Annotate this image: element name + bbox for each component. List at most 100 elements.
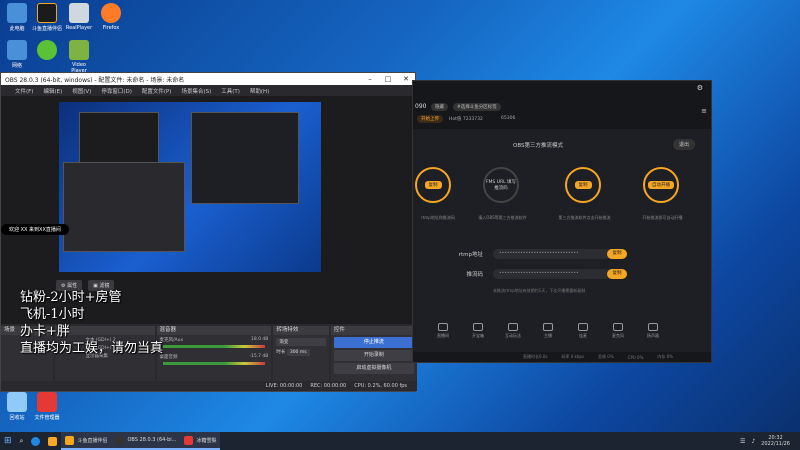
preview-canvas[interactable] xyxy=(59,102,321,272)
taskbar: ⊞ ⌕ 斗鱼直播伴侣 OBS 28.0.3 (64-bi... 冰糖雪梨 ☰ ♪… xyxy=(0,432,800,450)
desktop-icon-network[interactable]: 网络 xyxy=(2,40,32,69)
menu-scene-collection[interactable]: 场景集合(S) xyxy=(181,87,211,95)
duration-row: 时长 300 ms xyxy=(276,349,325,356)
edge-button[interactable] xyxy=(27,432,44,450)
step-3: 复制 xyxy=(565,167,601,203)
desktop-icon-pc[interactable]: 此电脑 xyxy=(2,3,32,32)
explorer-button[interactable] xyxy=(44,432,61,450)
copy-button[interactable]: 复制 xyxy=(574,181,592,189)
exit-button[interactable]: 退出 xyxy=(672,139,695,150)
room-tag: 隐藏 xyxy=(431,103,448,111)
tool-item[interactable]: 扬声器 xyxy=(643,323,663,339)
copy-rtmp-button[interactable]: 复制 xyxy=(607,249,627,259)
tool-item[interactable]: 开宝箱 xyxy=(468,323,488,339)
overlay-line: 直播均为工娱，请勿当真 xyxy=(20,341,164,356)
obs-menubar: 文件(F) 编辑(E) 视图(V) 停靠窗口(D) 配置文件(P) 场景集合(S… xyxy=(1,85,415,96)
upload-tab[interactable]: 开始上传 xyxy=(417,115,443,123)
network-icon xyxy=(7,40,27,60)
maximize-icon[interactable]: □ xyxy=(379,75,397,83)
step-4: 自动开播 xyxy=(643,167,679,203)
controls-header: 控件 xyxy=(330,326,417,335)
step-2: FMS URL 填写推流码 xyxy=(483,167,519,203)
room-id: 090 xyxy=(415,103,427,110)
desktop-icon-recycle[interactable]: 回收站 xyxy=(2,392,32,421)
desktop-icon-green[interactable] xyxy=(32,40,62,62)
start-button[interactable]: ⊞ xyxy=(0,432,16,450)
douyu-icon xyxy=(65,435,75,445)
obs-statusbar: LIVE: 00:00:00 REC: 00:00:00 CPU: 0.2%, … xyxy=(1,381,417,391)
copy-button[interactable]: 复制 xyxy=(424,181,442,189)
tool-item[interactable]: 连麦 xyxy=(573,323,593,339)
follower-count: 65306 xyxy=(501,116,516,121)
clock[interactable]: 20:32 2022/11/26 xyxy=(761,435,790,447)
desktop-icon-realplayer[interactable]: RealPlayer xyxy=(64,3,94,31)
volume-icon[interactable]: ♪ xyxy=(751,438,755,445)
desktop-icon-video[interactable]: Video Player xyxy=(64,40,94,74)
key-label: 推流码 xyxy=(466,272,483,278)
menu-docks[interactable]: 停靠窗口(D) xyxy=(101,87,132,95)
realplayer-icon xyxy=(69,3,89,23)
desktop-icon-firefox[interactable]: Firefox xyxy=(96,3,126,31)
obs-title: OBS 28.0.3 (64-bit, windows) - 配置文件: 未命名… xyxy=(5,76,185,84)
computer-icon xyxy=(7,3,27,23)
app-icon xyxy=(37,40,57,60)
settings-icon[interactable]: ⚙ xyxy=(697,84,703,92)
network-icon[interactable]: ☰ xyxy=(740,438,745,445)
menu-edit[interactable]: 编辑(E) xyxy=(43,87,62,95)
recycle-bin-icon xyxy=(7,392,27,412)
tool-item[interactable]: 互动玩法 xyxy=(503,323,523,339)
nested-tool-preview xyxy=(191,112,299,204)
live-status: LIVE: 00:00:00 xyxy=(265,383,303,389)
tool-item[interactable]: 麦克风 xyxy=(608,323,628,339)
taskbar-app-third[interactable]: 冰糖雪梨 xyxy=(180,432,221,450)
controls-dock: 控件 停止推流 开始录制 启动虚拟摄像机 xyxy=(330,326,417,382)
desktop-icon-douyu[interactable]: 斗鱼直播伴侣 xyxy=(32,3,62,32)
menu-help[interactable]: 帮助(H) xyxy=(250,87,269,95)
menu-view[interactable]: 视图(V) xyxy=(72,87,91,95)
app-icon xyxy=(184,435,194,445)
transition-select[interactable]: 渐变 xyxy=(276,338,326,346)
mode-title: OBS第三方推流模式 xyxy=(513,143,563,149)
menu-tools[interactable]: 工具(T) xyxy=(221,87,240,95)
douyu-icon xyxy=(37,3,57,23)
streaming-tool-window: 090 隐藏 #选择斗鱼分区标签 开始上传 Hot值 7233732 65306… xyxy=(412,80,712,363)
copy-key-button[interactable]: 复制 xyxy=(607,269,627,279)
menu-icon[interactable]: ≡ xyxy=(701,107,707,115)
search-icon: ⌕ xyxy=(19,436,24,445)
virtual-camera-button[interactable]: 启动虚拟摄像机 xyxy=(333,363,414,374)
stream-key-field[interactable]: •••••••••••••••••••••••••••••• 复制 xyxy=(493,269,627,279)
menu-file[interactable]: 文件(F) xyxy=(15,87,33,95)
hot-value: Hot值 7233732 xyxy=(449,117,483,122)
taskbar-app-douyu[interactable]: 斗鱼直播伴侣 xyxy=(61,432,112,450)
nested-obs-window xyxy=(63,162,185,252)
stop-streaming-button[interactable]: 停止推流 xyxy=(333,337,414,348)
tool-item[interactable]: 直播间 xyxy=(433,323,453,339)
step-1: 复制 xyxy=(415,167,451,203)
tool-footer: 直播时长0.0s 码率 0 kbps 丢帧 0% CPU 0% 内存 0% xyxy=(413,352,711,362)
transitions-dock: 转场特效 渐变 时长 300 ms xyxy=(273,326,329,382)
obs-titlebar[interactable]: OBS 28.0.3 (64-bit, windows) - 配置文件: 未命名… xyxy=(1,73,415,85)
mixer-track: 桌面音频 -15.7 dB xyxy=(157,352,272,369)
rtmp-label: rtmp地址 xyxy=(458,252,483,258)
desktop-icon-files[interactable]: 文件管理器 xyxy=(32,392,62,421)
menu-profile[interactable]: 配置文件(P) xyxy=(142,87,172,95)
hint-text: 未推流rtmp地址有效期约1天，下次开播需重新复制 xyxy=(493,288,586,293)
folder-icon xyxy=(37,392,57,412)
minimize-icon[interactable]: – xyxy=(361,75,379,83)
windows-icon: ⊞ xyxy=(4,436,12,446)
folder-icon xyxy=(48,436,58,446)
speaker-icon xyxy=(648,323,658,331)
rtmp-field[interactable]: •••••••••••••••••••••••••••••• 复制 xyxy=(493,249,627,259)
tool-item[interactable]: 主播 xyxy=(538,323,558,339)
category-badge[interactable]: #选择斗鱼分区标签 xyxy=(453,103,501,111)
taskbar-app-obs[interactable]: OBS 28.0.3 (64-bi... xyxy=(111,432,181,450)
search-button[interactable]: ⌕ xyxy=(16,432,28,450)
tool-header: 090 隐藏 #选择斗鱼分区标签 开始上传 Hot值 7233732 65306… xyxy=(413,81,711,129)
duration-input[interactable]: 300 ms xyxy=(286,349,310,356)
rec-status: REC: 00:00:00 xyxy=(310,383,347,389)
start-recording-button[interactable]: 开始录制 xyxy=(333,350,414,361)
sources-header: 来源 xyxy=(55,326,155,335)
mixer-dock: 混音器 麦克风/Aux 18.0 dB 桌面音频 -15.7 dB xyxy=(156,326,272,382)
play-icon xyxy=(508,323,518,331)
microphone-icon xyxy=(613,323,623,331)
